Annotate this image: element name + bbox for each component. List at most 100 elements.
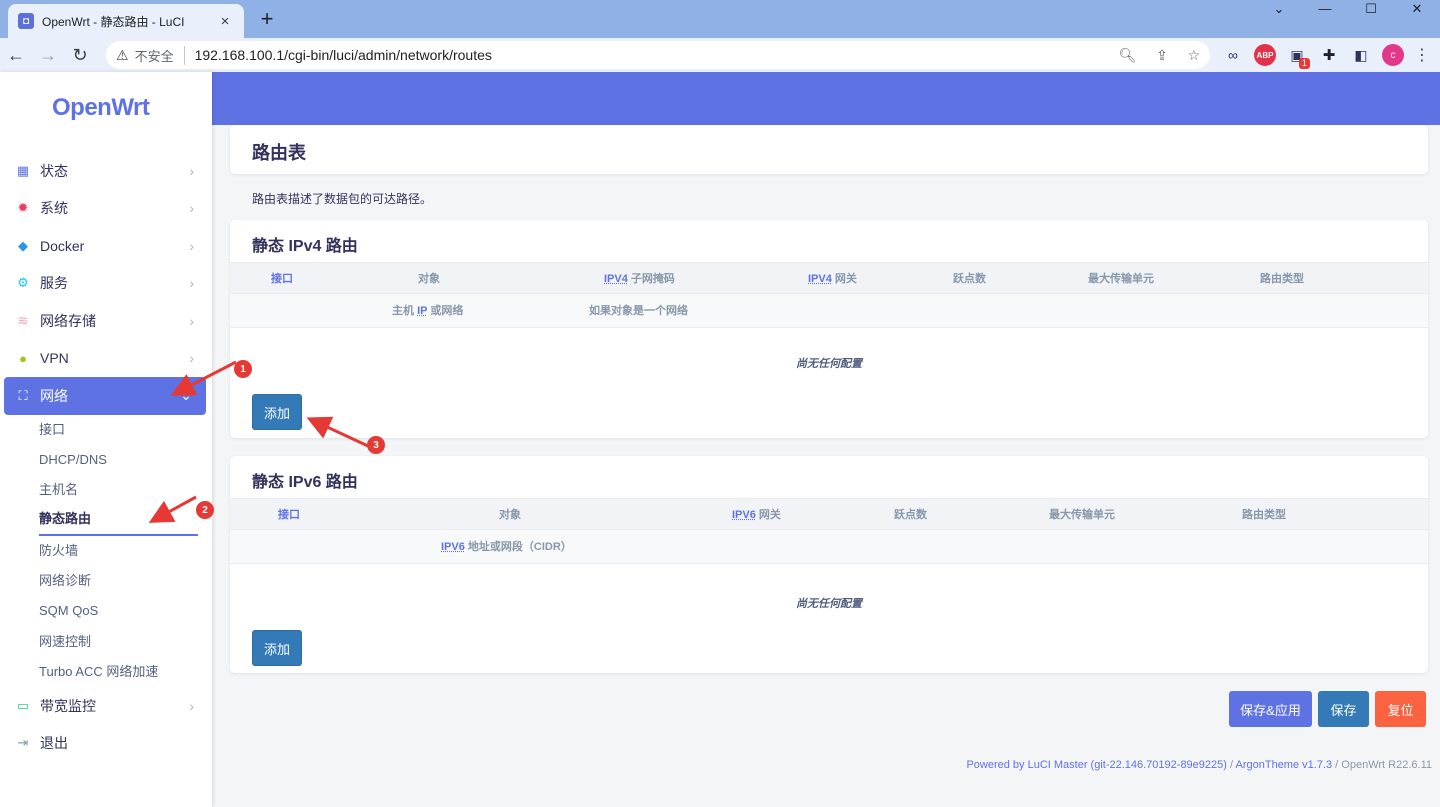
back-icon[interactable]: ←	[0, 45, 32, 66]
page-title: 路由表	[252, 143, 306, 163]
minimize-icon[interactable]: —	[1302, 0, 1348, 18]
submenu-dhcp-dns[interactable]: DHCP/DNS	[39, 445, 212, 475]
reload-icon[interactable]: ↻	[64, 45, 96, 66]
chevron-right-icon: ›	[189, 697, 194, 714]
add-ipv6-route-button[interactable]: 添加	[252, 630, 302, 666]
ipv4-routes-section: 静态 IPv4 路由 接口 对象 IPV4 子网掩码 IPV4 网关 跃点数 最…	[230, 220, 1428, 438]
col-netmask-label: 子网掩码	[630, 273, 675, 285]
submenu-sqm-qos[interactable]: SQM QoS	[39, 596, 212, 626]
sidebar: OpenWrt ▦ 状态 › ✹ 系统 › ◆ Docker › ⚙ 服务 ›	[0, 72, 212, 807]
sidebar-item-label: VPN	[40, 350, 69, 367]
col-interface[interactable]: 接口	[271, 263, 293, 295]
abbr-ip: IP	[417, 305, 428, 317]
footer-separator: /	[1332, 759, 1342, 771]
extension-badge-icon[interactable]: ▣ 1	[1286, 44, 1310, 69]
forward-icon[interactable]: →	[32, 45, 64, 66]
sidebar-item-label: 退出	[40, 735, 68, 752]
target-hint-post: 地址或网段（CIDR）	[467, 541, 572, 553]
sidebar-item-label: 网络	[40, 387, 68, 404]
abbr-ipv6: IPV6	[732, 509, 756, 521]
table-header: 接口 对象 IPV6 网关 跃点数 最大传输单元 路由类型	[230, 498, 1428, 530]
logout-icon: ⇥	[17, 735, 29, 751]
annotation-badge-2: 2	[196, 501, 214, 519]
adblock-extension-icon[interactable]: ABP	[1254, 44, 1276, 66]
openwrt-favicon-icon: ◘	[18, 13, 34, 29]
footer-version: OpenWrt R22.6.11	[1341, 759, 1432, 771]
monitor-icon: ▭	[16, 697, 30, 713]
col-target: 对象	[418, 273, 440, 285]
table-subheader: IPV6 地址或网段（CIDR）	[230, 530, 1428, 564]
docker-icon: ◆	[18, 237, 28, 253]
col-interface[interactable]: 接口	[278, 499, 300, 531]
sidebar-item-system[interactable]: ✹ 系统 ›	[0, 190, 212, 228]
submenu-turbo-acc[interactable]: Turbo ACC 网络加速	[39, 657, 212, 687]
save-button[interactable]: 保存	[1318, 691, 1369, 727]
sidebar-item-nas[interactable]: ≋ 网络存储 ›	[0, 302, 212, 340]
chevron-down-icon: ⌄	[180, 387, 192, 404]
target-hint: 主机 IP 或网络	[392, 294, 463, 328]
close-icon[interactable]: ×	[216, 13, 234, 30]
kebab-menu-icon[interactable]: ⋮	[1414, 45, 1430, 65]
sidebar-item-bandwidth[interactable]: ▭ 带宽监控 ›	[0, 687, 212, 725]
sidebar-item-docker[interactable]: ◆ Docker ›	[0, 227, 212, 265]
header-band	[212, 72, 1440, 125]
abbr-ipv6: IPV6	[441, 541, 465, 553]
sidebar-item-status[interactable]: ▦ 状态 ›	[0, 152, 212, 190]
openwrt-logo[interactable]: OpenWrt	[52, 94, 150, 122]
new-tab-button[interactable]: +	[254, 6, 280, 32]
section-title: 静态 IPv6 路由	[252, 474, 358, 491]
glasses-extension-icon[interactable]: ∞	[1222, 44, 1244, 66]
netmask-hint: 如果对象是一个网络	[589, 305, 688, 317]
browser-tab[interactable]: ◘ OpenWrt - 静态路由 - LuCI ×	[8, 4, 244, 38]
col-gateway-label: 网关	[758, 509, 781, 521]
sidebar-item-network[interactable]: ⛶ 网络 ⌄	[4, 377, 206, 415]
col-route-type: 路由类型	[1242, 509, 1286, 521]
empty-message: 尚无任何配置	[796, 598, 862, 610]
empty-message: 尚无任何配置	[796, 358, 862, 370]
table-header: 接口 对象 IPV4 子网掩码 IPV4 网关 跃点数 最大传输单元 路由类型	[230, 262, 1428, 294]
dashboard-icon: ▦	[16, 162, 30, 178]
submenu-firewall[interactable]: 防火墙	[39, 536, 212, 566]
puzzle-icon[interactable]: ✚	[1318, 44, 1340, 66]
url-text[interactable]: 192.168.100.1/cgi-bin/luci/admin/network…	[195, 47, 1103, 63]
sidebar-item-services[interactable]: ⚙ 服务 ›	[0, 265, 212, 303]
address-bar[interactable]: ⚠ 不安全 192.168.100.1/cgi-bin/luci/admin/n…	[106, 41, 1210, 69]
cogs-icon: ⚙	[17, 275, 29, 291]
gear-icon: ✹	[17, 200, 29, 216]
maximize-icon[interactable]: ☐	[1348, 0, 1394, 18]
page-description: 路由表描述了数据包的可达路径。	[252, 192, 433, 206]
chevron-down-icon[interactable]: ⌄	[1256, 0, 1302, 18]
sidebar-item-label: 网络存储	[40, 312, 96, 329]
side-panel-icon[interactable]: ◧	[1350, 44, 1372, 66]
sidebar-item-vpn[interactable]: ● VPN ›	[0, 340, 212, 378]
col-gateway-label: 网关	[834, 273, 857, 285]
browser-tabbar: ◘ OpenWrt - 静态路由 - LuCI × + ⌄ — ☐ ✕	[0, 0, 1440, 38]
warning-icon[interactable]: ⚠	[116, 47, 129, 64]
share-icon[interactable]: ⇪	[1156, 47, 1168, 63]
submenu-static-routes[interactable]: 静态路由	[39, 505, 198, 536]
submenu-diagnostics[interactable]: 网络诊断	[39, 566, 212, 596]
sidebar-item-label: 服务	[40, 275, 68, 292]
reset-button[interactable]: 复位	[1375, 691, 1426, 727]
sidebar-item-label: Docker	[40, 237, 85, 254]
insecure-label[interactable]: 不安全	[135, 45, 185, 65]
section-title: 静态 IPv4 路由	[252, 238, 358, 255]
save-apply-button[interactable]: 保存&应用	[1229, 691, 1312, 727]
vpn-icon: ●	[19, 350, 27, 366]
chevron-right-icon: ›	[189, 237, 194, 254]
close-window-icon[interactable]: ✕	[1394, 0, 1440, 18]
footer-theme-link[interactable]: ArgonTheme v1.7.3	[1236, 759, 1333, 771]
abbr-ipv4: IPV4	[604, 273, 628, 285]
form-actions: 保存&应用 保存 复位	[1229, 691, 1432, 727]
submenu-interfaces[interactable]: 接口	[39, 415, 212, 445]
add-ipv4-route-button[interactable]: 添加	[252, 394, 302, 430]
zoom-icon[interactable]: 🔍︎	[1119, 47, 1137, 63]
luci-page: OpenWrt ▦ 状态 › ✹ 系统 › ◆ Docker › ⚙ 服务 ›	[0, 72, 1440, 807]
submenu-speed-control[interactable]: 网速控制	[39, 627, 212, 657]
footer-luci-link[interactable]: Powered by LuCI Master (git-22.146.70192…	[966, 759, 1227, 771]
bookmark-star-icon[interactable]: ☆	[1187, 47, 1200, 63]
profile-avatar[interactable]: c	[1382, 44, 1404, 66]
annotation-badge-1: 1	[234, 360, 252, 378]
submenu-hostnames[interactable]: 主机名	[39, 475, 212, 505]
sidebar-item-logout[interactable]: ⇥ 退出	[0, 725, 212, 763]
